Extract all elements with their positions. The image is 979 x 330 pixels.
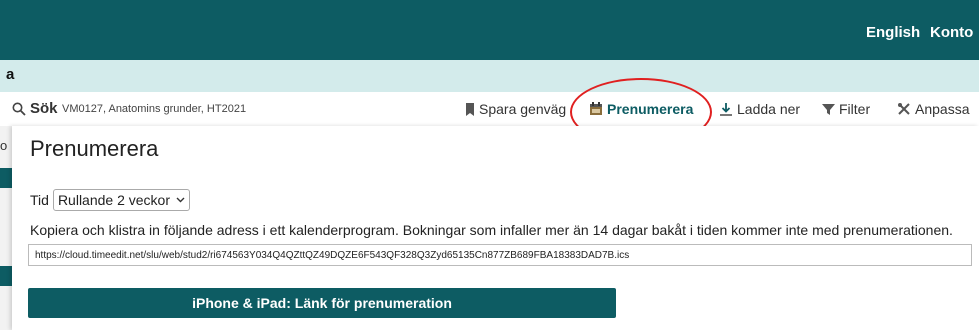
breadcrumb-bar: a [0, 60, 979, 92]
customize-button[interactable]: Anpassa [897, 101, 969, 117]
filter-label: Filter [839, 101, 871, 117]
subscribe-panel: Prenumerera Tid Rullande 2 veckor Kopier… [12, 126, 979, 330]
language-link[interactable]: English [866, 24, 920, 41]
chevron-down-icon [176, 197, 185, 203]
search-label: Sök [30, 100, 58, 117]
save-shortcut-button[interactable]: Spara genväg [465, 101, 566, 117]
time-select[interactable]: Rullande 2 veckor [52, 189, 190, 211]
breadcrumb: a [6, 66, 15, 83]
search-current-value[interactable]: VM0127, Anatomins grunder, HT2021 [62, 103, 246, 115]
instructions-text: Kopiera och klistra in följande adress i… [30, 222, 953, 238]
time-select-value: Rullande 2 veckor [57, 192, 170, 208]
download-button[interactable]: Ladda ner [719, 101, 800, 117]
download-label: Ladda ner [737, 101, 801, 117]
filter-button[interactable]: Filter [822, 101, 870, 117]
toolbar: Sök VM0127, Anatomins grunder, HT2021 Sp… [0, 92, 979, 126]
sidebar-text: o [0, 138, 8, 153]
filter-icon [822, 103, 835, 116]
panel-title: Prenumerera [30, 136, 159, 161]
account-link[interactable]: Konto [930, 24, 973, 41]
iphone-ipad-subscribe-button[interactable]: iPhone & iPad: Länk för prenumeration [28, 288, 616, 318]
time-row: Tid Rullande 2 veckor [30, 189, 190, 211]
top-header: English Konto [0, 0, 979, 60]
background-sidebar: o [0, 126, 12, 330]
subscription-url-field[interactable]: https://cloud.timeedit.net/slu/web/stud2… [28, 244, 972, 266]
search-icon [12, 102, 26, 116]
tools-icon [897, 102, 911, 116]
sidebar-block [0, 168, 12, 188]
customize-label: Anpassa [915, 101, 970, 117]
save-shortcut-label: Spara genväg [479, 101, 567, 117]
time-label: Tid [30, 192, 49, 208]
bookmark-icon [465, 102, 475, 116]
download-icon [719, 102, 733, 116]
search-button[interactable]: Sök [12, 100, 58, 117]
sidebar-block [0, 266, 12, 286]
